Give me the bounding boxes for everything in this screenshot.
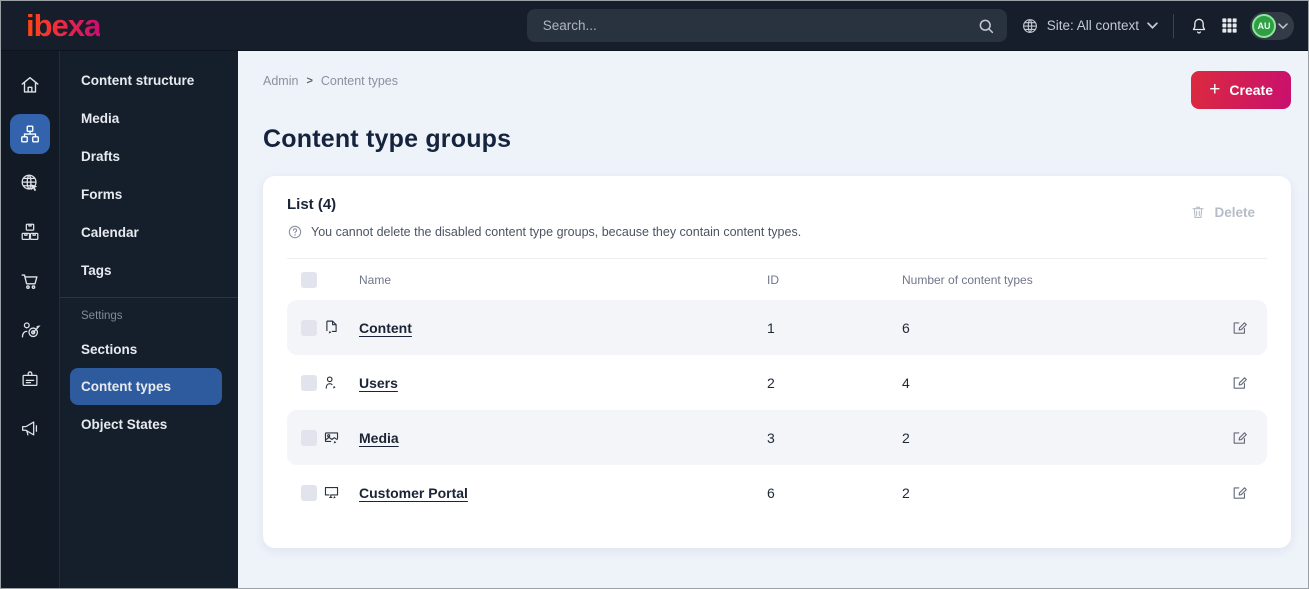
create-button-label: Create: [1229, 82, 1273, 98]
topbar-divider: [1173, 13, 1174, 38]
group-name-link[interactable]: Users: [359, 375, 767, 391]
sidebar-item-object-states[interactable]: Object States: [60, 405, 238, 443]
table-row: Media 3 2: [287, 410, 1267, 465]
group-id: 3: [767, 429, 775, 446]
table-row: Content 1 6: [287, 300, 1267, 355]
column-header-id: ID: [767, 272, 779, 287]
chevron-down-icon: [1147, 22, 1158, 29]
group-name-link[interactable]: Customer Portal: [359, 485, 767, 501]
table-row: Users 2 4: [287, 355, 1267, 410]
group-name-link[interactable]: Content: [359, 320, 767, 336]
product-catalog-icon[interactable]: [10, 212, 50, 252]
column-header-name: Name: [359, 272, 392, 287]
sidebar-menu: Content structure Media Drafts Forms Cal…: [60, 51, 238, 588]
delete-button[interactable]: Delete: [1190, 204, 1255, 220]
list-title: List (4): [287, 196, 337, 213]
trash-icon: [1190, 204, 1206, 220]
breadcrumb: Admin > Content types: [263, 74, 398, 88]
globe-icon: [1021, 17, 1039, 35]
home-icon[interactable]: [10, 65, 50, 105]
app-grid-icon[interactable]: [1220, 16, 1239, 35]
campaign-megaphone-icon[interactable]: [10, 408, 50, 448]
sidebar-divider: [60, 297, 238, 298]
commerce-cart-icon[interactable]: [10, 261, 50, 301]
sidebar-item-content-structure[interactable]: Content structure: [60, 61, 238, 99]
customer-portal-monitor-icon: [323, 484, 359, 501]
table-row: Customer Portal 6 2: [287, 465, 1267, 520]
content-type-groups-card: List (4) You cannot delete the disabled …: [263, 176, 1291, 548]
users-icon: [323, 374, 359, 391]
column-header-count: Number of content types: [902, 272, 1033, 287]
content-structure-icon[interactable]: [10, 114, 50, 154]
create-button[interactable]: + Create: [1191, 71, 1291, 109]
sidebar-item-content-types[interactable]: Content types: [70, 368, 222, 405]
row-checkbox[interactable]: [301, 319, 317, 336]
notifications-bell-icon[interactable]: [1189, 16, 1209, 36]
delete-button-label: Delete: [1214, 204, 1255, 220]
table-header-row: Name ID Number of content types: [287, 258, 1267, 300]
help-question-icon: [287, 224, 303, 240]
plus-icon: +: [1209, 78, 1221, 100]
avatar: AU: [1252, 13, 1276, 38]
app-window: ibexa Site: All context: [0, 0, 1309, 589]
sidebar-item-calendar[interactable]: Calendar: [60, 213, 238, 251]
sidebar-settings-label: Settings: [81, 310, 123, 322]
search-input[interactable]: [542, 18, 977, 33]
user-menu[interactable]: AU: [1250, 11, 1294, 40]
search-icon[interactable]: [977, 17, 995, 35]
select-all-checkbox[interactable]: [301, 271, 317, 288]
sidebar-item-drafts[interactable]: Drafts: [60, 137, 238, 175]
corporate-badge-icon[interactable]: [10, 359, 50, 399]
page-title: Content type groups: [263, 125, 512, 153]
row-checkbox[interactable]: [301, 374, 317, 391]
site-context-selector[interactable]: Site: All context: [1021, 17, 1158, 35]
group-id: 1: [767, 319, 775, 336]
edit-icon[interactable]: [1225, 319, 1253, 336]
sidebar-item-media[interactable]: Media: [60, 99, 238, 137]
icon-rail: [1, 51, 60, 588]
group-name-link[interactable]: Media: [359, 430, 767, 446]
row-checkbox[interactable]: [301, 429, 317, 446]
edit-icon[interactable]: [1225, 484, 1253, 501]
top-bar: ibexa Site: All context: [1, 1, 1308, 51]
breadcrumb-separator: >: [306, 75, 313, 87]
global-search[interactable]: [526, 9, 1007, 42]
ibexa-logo[interactable]: ibexa: [26, 10, 101, 41]
personalization-target-icon[interactable]: [10, 310, 50, 350]
site-globe-icon[interactable]: [10, 163, 50, 203]
sidebar-item-tags[interactable]: Tags: [60, 251, 238, 289]
breadcrumb-admin[interactable]: Admin: [263, 74, 298, 88]
user-menu-chevron-icon: [1278, 22, 1288, 29]
content-file-icon: [323, 319, 359, 336]
main-content: Admin > Content types + Create Content t…: [238, 51, 1308, 588]
group-count: 2: [902, 484, 910, 501]
group-id: 2: [767, 374, 775, 391]
sidebar-item-forms[interactable]: Forms: [60, 175, 238, 213]
group-count: 6: [902, 319, 910, 336]
media-image-icon: [323, 429, 359, 446]
edit-icon[interactable]: [1225, 429, 1253, 446]
list-info-text: You cannot delete the disabled content t…: [311, 225, 802, 239]
group-count: 2: [902, 429, 910, 446]
content-type-groups-table: Name ID Number of content types Content …: [287, 258, 1267, 520]
edit-icon[interactable]: [1225, 374, 1253, 391]
group-count: 4: [902, 374, 910, 391]
row-checkbox[interactable]: [301, 484, 317, 501]
group-id: 6: [767, 484, 775, 501]
site-context-label: Site: All context: [1046, 18, 1139, 33]
topbar-right-cluster: Site: All context AU: [1021, 11, 1294, 40]
breadcrumb-current: Content types: [320, 74, 399, 88]
sidebar-item-sections[interactable]: Sections: [60, 330, 238, 368]
